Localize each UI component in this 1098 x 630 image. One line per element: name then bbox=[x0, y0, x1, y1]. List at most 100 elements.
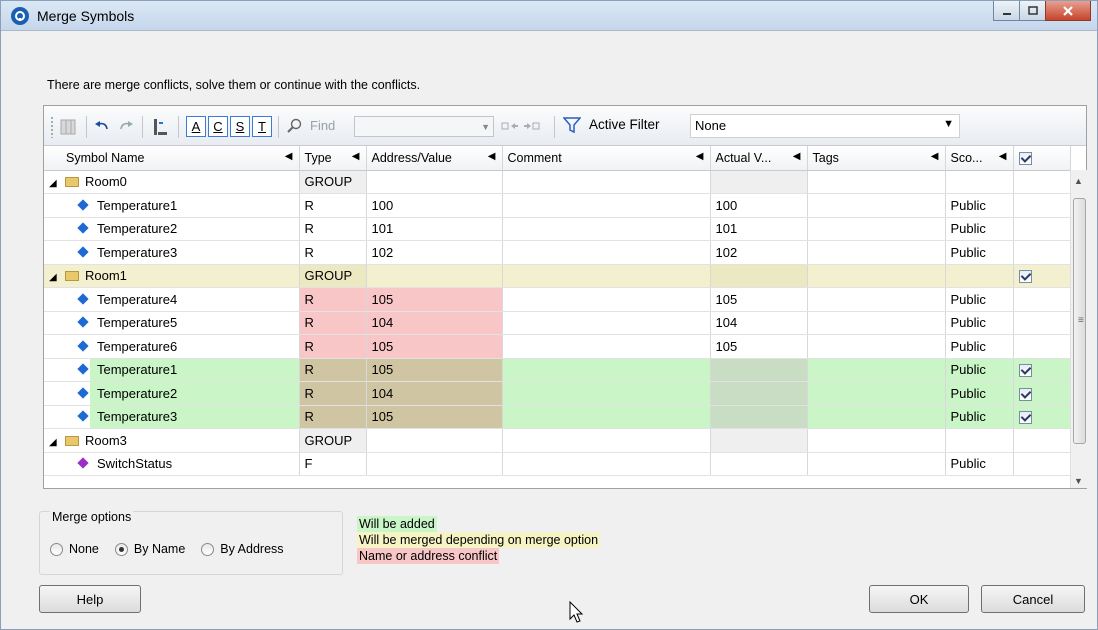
table-row-group[interactable]: ◢ Room3 GROUP bbox=[44, 428, 1071, 453]
column-header-actual-value[interactable]: Actual V... ◀ bbox=[710, 146, 808, 171]
comment-cell[interactable] bbox=[502, 358, 711, 382]
address-cell[interactable]: 105 bbox=[366, 405, 503, 429]
column-header-tags[interactable]: Tags ◀ bbox=[807, 146, 946, 171]
table-row-new[interactable]: Temperature1 R 105 Public bbox=[44, 358, 1071, 382]
radio-by-name-label[interactable]: By Name bbox=[134, 542, 185, 556]
add-checkbox[interactable] bbox=[1018, 387, 1032, 401]
select-cell[interactable] bbox=[1013, 287, 1071, 312]
select-cell[interactable] bbox=[1013, 240, 1071, 265]
table-row-new[interactable]: Temperature2 R 104 Public bbox=[44, 381, 1071, 406]
tags-cell[interactable] bbox=[807, 217, 946, 241]
add-checkbox[interactable] bbox=[1018, 411, 1032, 425]
comment-cell[interactable] bbox=[502, 287, 711, 312]
comment-cell[interactable] bbox=[502, 193, 711, 218]
table-row[interactable]: SwitchStatus F Public bbox=[44, 452, 1071, 476]
scope-cell[interactable]: Public bbox=[945, 334, 1014, 359]
comment-cell[interactable] bbox=[502, 311, 711, 335]
table-row[interactable]: Temperature5 R 104 104 Public bbox=[44, 311, 1071, 335]
insert-row-button[interactable] bbox=[150, 116, 170, 138]
tags-cell[interactable] bbox=[807, 287, 946, 312]
comment-cell[interactable] bbox=[502, 264, 711, 288]
column-header-scope[interactable]: Sco... ◀ bbox=[945, 146, 1014, 171]
select-cell[interactable] bbox=[1013, 428, 1071, 453]
scope-cell[interactable]: Public bbox=[945, 240, 1014, 265]
select-cell[interactable] bbox=[1013, 381, 1071, 406]
filter-t-button[interactable]: T bbox=[252, 116, 272, 137]
scope-cell[interactable] bbox=[945, 170, 1014, 194]
address-cell[interactable]: 105 bbox=[366, 334, 503, 359]
tags-cell[interactable] bbox=[807, 334, 946, 359]
scroll-down-icon[interactable]: ▼ bbox=[1074, 476, 1083, 486]
comment-cell[interactable] bbox=[502, 428, 711, 453]
column-header-type[interactable]: Type ◀ bbox=[299, 146, 367, 171]
vertical-scrollbar[interactable]: ▲ ≡ ▼ bbox=[1070, 170, 1087, 488]
table-row-group[interactable]: ◢ Room1 GROUP bbox=[44, 264, 1071, 288]
table-row[interactable]: Temperature1 R 100 100 Public bbox=[44, 193, 1071, 218]
comment-cell[interactable] bbox=[502, 405, 711, 429]
comment-cell[interactable] bbox=[502, 452, 711, 476]
comment-cell[interactable] bbox=[502, 381, 711, 406]
table-row[interactable]: Temperature4 R 105 105 Public bbox=[44, 287, 1071, 312]
undo-button[interactable] bbox=[92, 116, 112, 138]
close-button[interactable] bbox=[1045, 1, 1091, 21]
cancel-button[interactable]: Cancel bbox=[981, 585, 1085, 613]
filter-a-button[interactable]: A bbox=[186, 116, 206, 137]
scope-cell[interactable] bbox=[945, 428, 1014, 453]
radio-by-name[interactable] bbox=[114, 542, 128, 556]
collapse-arrow-icon[interactable]: ◢ bbox=[49, 272, 59, 283]
active-filter-select[interactable]: None ▼ bbox=[690, 114, 960, 138]
address-cell[interactable]: 105 bbox=[366, 358, 503, 382]
select-all-checkbox[interactable] bbox=[1018, 151, 1032, 165]
ok-button[interactable]: OK bbox=[869, 585, 969, 613]
tags-cell[interactable] bbox=[807, 170, 946, 194]
column-header-address-value[interactable]: Address/Value ◀ bbox=[366, 146, 503, 171]
table-row[interactable]: Temperature2 R 101 101 Public bbox=[44, 217, 1071, 241]
scope-cell[interactable]: Public bbox=[945, 452, 1014, 476]
address-cell[interactable] bbox=[366, 428, 503, 453]
select-cell[interactable] bbox=[1013, 193, 1071, 218]
tags-cell[interactable] bbox=[807, 264, 946, 288]
address-cell[interactable] bbox=[366, 264, 503, 288]
scope-cell[interactable]: Public bbox=[945, 287, 1014, 312]
tags-cell[interactable] bbox=[807, 358, 946, 382]
tags-cell[interactable] bbox=[807, 452, 946, 476]
table-row[interactable]: Temperature6 R 105 105 Public bbox=[44, 334, 1071, 359]
scope-cell[interactable]: Public bbox=[945, 311, 1014, 335]
help-button[interactable]: Help bbox=[39, 585, 141, 613]
scope-cell[interactable]: Public bbox=[945, 405, 1014, 429]
columns-button[interactable] bbox=[58, 116, 78, 138]
maximize-button[interactable] bbox=[1019, 1, 1046, 21]
scope-cell[interactable]: Public bbox=[945, 217, 1014, 241]
filter-s-button[interactable]: S bbox=[230, 116, 250, 137]
tags-cell[interactable] bbox=[807, 428, 946, 453]
tags-cell[interactable] bbox=[807, 381, 946, 406]
find-input[interactable]: ▼ bbox=[354, 116, 494, 137]
tags-cell[interactable] bbox=[807, 311, 946, 335]
select-cell[interactable] bbox=[1013, 405, 1071, 429]
add-checkbox[interactable] bbox=[1018, 364, 1032, 378]
tags-cell[interactable] bbox=[807, 240, 946, 265]
redo-button[interactable] bbox=[116, 116, 136, 138]
address-cell[interactable]: 104 bbox=[366, 381, 503, 406]
select-cell[interactable] bbox=[1013, 358, 1071, 382]
collapse-arrow-icon[interactable]: ◢ bbox=[49, 178, 59, 189]
column-header-select-all[interactable] bbox=[1013, 146, 1071, 171]
select-cell[interactable] bbox=[1013, 264, 1071, 288]
comment-cell[interactable] bbox=[502, 334, 711, 359]
collapse-arrow-icon[interactable]: ◢ bbox=[49, 437, 59, 448]
find-previous-button[interactable] bbox=[500, 117, 520, 135]
scope-cell[interactable]: Public bbox=[945, 193, 1014, 218]
merge-checkbox[interactable] bbox=[1018, 270, 1032, 284]
comment-cell[interactable] bbox=[502, 240, 711, 265]
scrollbar-thumb[interactable]: ≡ bbox=[1073, 198, 1086, 444]
find-next-button[interactable] bbox=[522, 117, 542, 135]
radio-by-address-label[interactable]: By Address bbox=[220, 542, 283, 556]
table-row-group[interactable]: ◢ Room0 GROUP bbox=[44, 170, 1071, 194]
address-cell[interactable]: 100 bbox=[366, 193, 503, 218]
radio-by-address[interactable] bbox=[201, 542, 215, 556]
address-cell[interactable]: 104 bbox=[366, 311, 503, 335]
address-cell[interactable]: 101 bbox=[366, 217, 503, 241]
minimize-button[interactable] bbox=[993, 1, 1020, 21]
toolbar-grip[interactable] bbox=[50, 116, 54, 138]
filter-icon[interactable] bbox=[562, 114, 582, 136]
